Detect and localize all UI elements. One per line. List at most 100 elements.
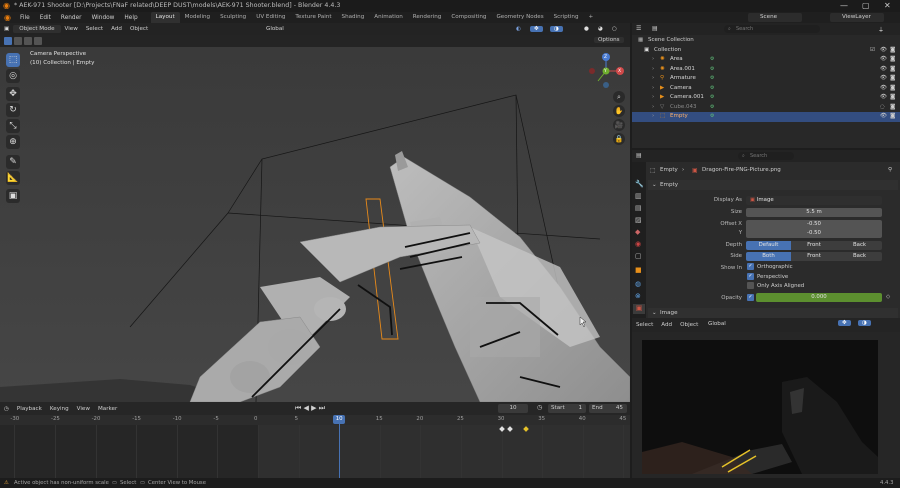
expand-chevron-icon[interactable]: › <box>652 103 654 113</box>
collection-tab-icon[interactable]: ▢ <box>635 252 642 260</box>
render-camera-icon[interactable]: ◙ <box>890 112 895 122</box>
workspace-tab-scripting[interactable]: Scripting <box>549 12 584 23</box>
scene-selector[interactable]: Scene <box>748 13 802 22</box>
mode-dropdown[interactable]: Object Mode <box>13 25 61 33</box>
world-tab-icon[interactable]: ◉ <box>635 240 641 248</box>
keyframe-marker[interactable] <box>523 426 529 432</box>
opacity-slider[interactable]: 0.000 <box>756 293 882 302</box>
select-tool-icon[interactable]: ⬚ <box>6 53 20 67</box>
outliner-search-input[interactable]: ⌕ Search <box>724 25 820 33</box>
select-subtract-icon[interactable] <box>24 37 32 45</box>
properties-search-input[interactable]: ⌕ Search <box>738 152 794 160</box>
camera-view-menu-add[interactable]: Add <box>657 322 676 328</box>
menu-marker[interactable]: Marker <box>94 406 121 412</box>
offset-y-field[interactable]: -0.50 <box>746 229 882 238</box>
camera-view-menu-select[interactable]: Select <box>632 322 657 328</box>
menu-playback[interactable]: Playback <box>13 406 46 412</box>
add-workspace-button[interactable]: + <box>584 12 599 23</box>
display-as-dropdown[interactable]: ▣ Image <box>746 196 882 205</box>
render-camera-icon[interactable]: ◙ <box>890 84 895 94</box>
start-frame-field[interactable]: Start 1 <box>548 404 586 413</box>
view-layer-selector[interactable]: ViewLayer <box>830 13 884 22</box>
expand-chevron-icon[interactable]: › <box>652 74 654 84</box>
timeline-editor-icon[interactable]: ◷ <box>0 406 13 412</box>
properties-panel[interactable]: ⬚ Empty › ▣ Dragon-Fire-PNG-Picture.png … <box>646 162 900 318</box>
visibility-eye-icon[interactable]: 👁 <box>880 55 887 65</box>
menu-keying[interactable]: Keying <box>46 406 73 412</box>
outliner-item-area[interactable]: › ✺ Area ⚙ 👁 ◙ <box>632 55 900 65</box>
outliner-item-camera[interactable]: › ▶ Camera ⚙ 👁 ◙ <box>632 84 900 94</box>
lock-camera-icon[interactable]: 🔒 <box>613 133 625 145</box>
expand-chevron-icon[interactable]: › <box>652 93 654 103</box>
outliner-item-armature[interactable]: › ⚲ Armature ⚙ 👁 ◙ <box>632 74 900 84</box>
outliner-editor-icon[interactable]: ☰ <box>636 25 641 32</box>
side-both-option[interactable]: Both <box>746 252 791 261</box>
visibility-eye-icon[interactable]: 👁 <box>880 84 887 94</box>
filter-icon[interactable]: ⏚ <box>878 25 884 34</box>
render-camera-icon[interactable]: ◙ <box>890 55 895 65</box>
offset-x-field[interactable]: -0.50 <box>746 220 882 229</box>
render-camera-icon[interactable]: ◙ <box>890 93 895 103</box>
menu-help[interactable]: Help <box>119 15 142 21</box>
orthographic-checkbox[interactable]: ✓ <box>747 263 754 270</box>
blender-menu-icon[interactable]: ◉ <box>0 13 15 22</box>
timeline-area[interactable]: -30-25-20-15-10-505101520253035404510 <box>0 415 630 478</box>
menu-view[interactable]: View <box>61 26 82 32</box>
outliner-item-area-001[interactable]: › ✺ Area.001 ⚙ 👁 ◙ <box>632 65 900 75</box>
render-camera-icon[interactable]: ◙ <box>890 103 895 113</box>
add-cube-tool-icon[interactable]: ▣ <box>6 189 20 203</box>
filter-display-icon[interactable]: ▤ <box>652 25 658 32</box>
visibility-eye-icon[interactable]: 👁 <box>880 93 887 103</box>
camera-view-orientation[interactable]: Global <box>704 321 730 327</box>
physics-tab-icon[interactable]: ◍ <box>635 280 641 288</box>
opacity-checkbox[interactable]: ✓ <box>747 294 754 301</box>
workspace-tab-animation[interactable]: Animation <box>369 12 408 23</box>
constraints-tab-icon[interactable]: ⊗ <box>635 292 641 300</box>
cursor-tool-icon[interactable]: ◎ <box>6 69 20 83</box>
minimize-button[interactable]: — <box>840 0 848 12</box>
pan-hand-icon[interactable]: ✋ <box>613 105 625 117</box>
menu-timeline-view[interactable]: View <box>73 406 94 412</box>
workspace-tab-compositing[interactable]: Compositing <box>446 12 491 23</box>
visibility-icon[interactable]: ◐ <box>512 26 525 32</box>
visibility-eye-icon[interactable]: 👁 <box>880 112 887 122</box>
menu-edit[interactable]: Edit <box>35 15 56 21</box>
object-tab-icon[interactable]: ■ <box>635 266 642 274</box>
current-frame-field[interactable]: 10 <box>498 404 528 413</box>
collection-visibility-icon[interactable]: 👁 <box>880 46 887 56</box>
move-tool-icon[interactable]: ✥ <box>6 87 20 101</box>
workspace-tab-shading[interactable]: Shading <box>337 12 370 23</box>
measure-tool-icon[interactable]: 📐 <box>6 171 20 185</box>
zoom-icon[interactable]: ⌕ <box>613 91 625 103</box>
workspace-tab-uv-editing[interactable]: UV Editing <box>251 12 290 23</box>
view-layer-tab-icon[interactable]: ▨ <box>635 216 642 224</box>
select-box-mode-icon[interactable] <box>4 37 12 45</box>
opacity-keyframe-icon[interactable]: ◇ <box>886 294 890 300</box>
render-camera-icon[interactable]: ◙ <box>890 74 895 84</box>
panel-empty-header[interactable]: ⌄ Empty <box>648 180 898 190</box>
visibility-eye-icon[interactable]: 👁 <box>880 65 887 75</box>
camera-preview[interactable] <box>632 332 900 478</box>
perspective-checkbox[interactable]: ✓ <box>747 273 754 280</box>
playback-controls[interactable]: ⏮ ◀ ▶ ⏭ <box>295 404 325 413</box>
editor-type-icon[interactable]: ▣ <box>0 26 13 32</box>
collection-checkbox[interactable]: ☑ <box>870 46 875 56</box>
transform-tool-icon[interactable]: ⊕ <box>6 135 20 149</box>
menu-object[interactable]: Object <box>126 26 152 32</box>
expand-chevron-icon[interactable]: › <box>652 65 654 75</box>
workspace-tab-rendering[interactable]: Rendering <box>408 12 447 23</box>
side-front-option[interactable]: Front <box>791 252 837 261</box>
menu-select[interactable]: Select <box>82 26 107 32</box>
select-extend-icon[interactable] <box>14 37 22 45</box>
depth-back-option[interactable]: Back <box>837 241 882 250</box>
close-button[interactable]: ✕ <box>884 0 891 12</box>
select-intersect-icon[interactable] <box>34 37 42 45</box>
scene-tab-icon[interactable]: ◆ <box>635 228 640 236</box>
render-tab-icon[interactable]: ▥ <box>635 192 642 200</box>
rotate-tool-icon[interactable]: ↻ <box>6 103 20 117</box>
options-dropdown[interactable]: Options <box>594 37 624 43</box>
outliner-item-camera-001[interactable]: › ▶ Camera.001 ⚙ 👁 ◙ <box>632 93 900 103</box>
render-camera-icon[interactable]: ◙ <box>890 65 895 75</box>
3d-viewport[interactable]: Camera Perspective (10) Collection | Emp… <box>0 47 630 402</box>
panel-image-header[interactable]: ⌄ Image <box>648 308 898 318</box>
